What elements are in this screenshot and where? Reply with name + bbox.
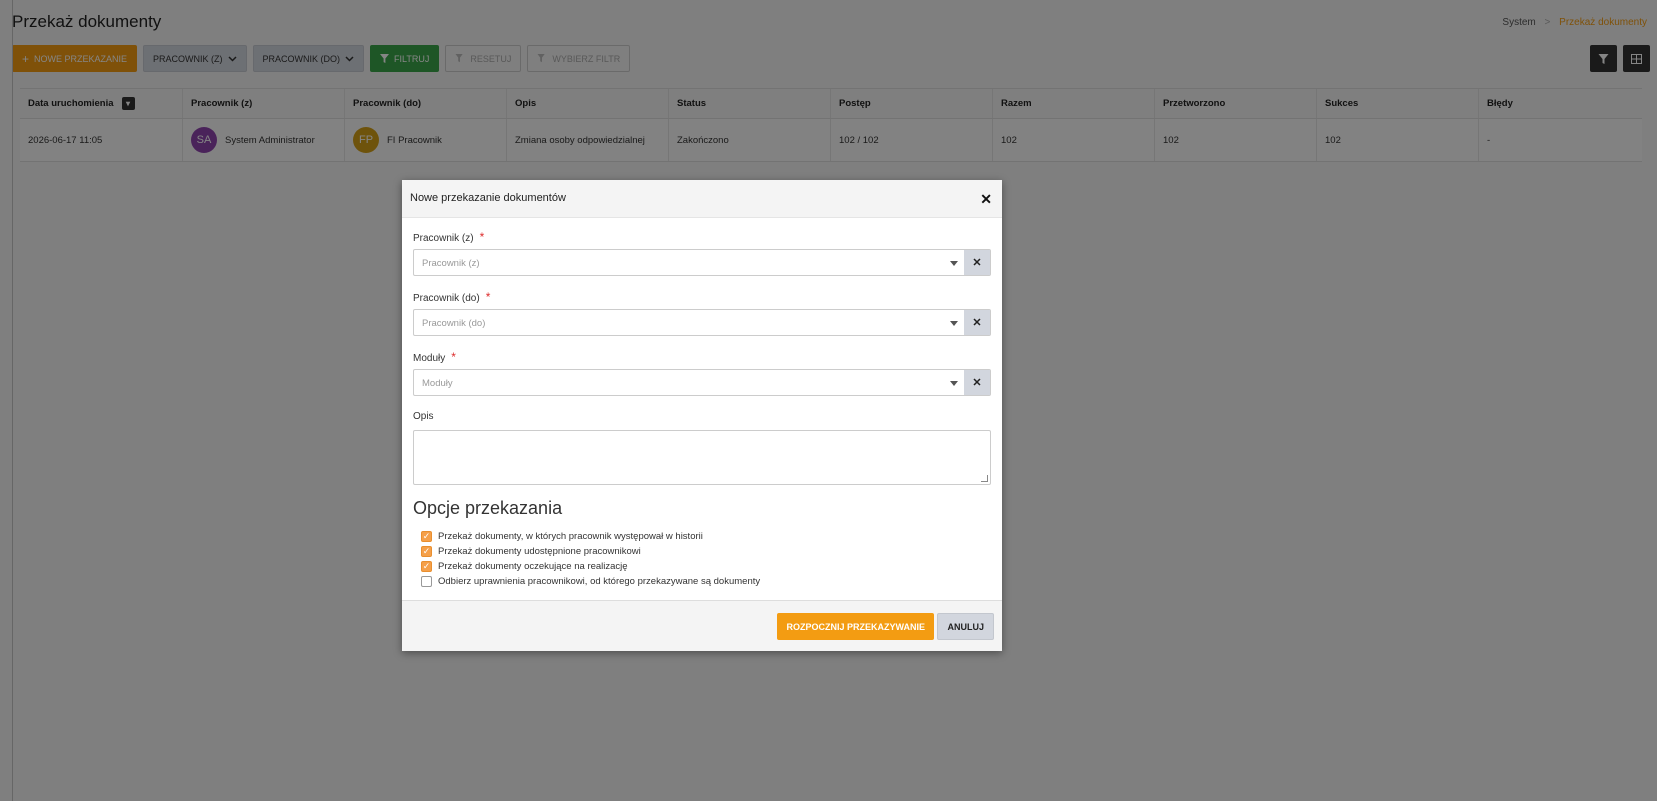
modal-body: Pracownik (z) * Pracownik (z) ✕ Pracownik…: [402, 218, 1002, 601]
option-label: Przekaż dokumenty udostępnione pracownik…: [438, 546, 641, 557]
employee-from-field-label: Pracownik (z) *: [413, 230, 484, 244]
modules-field-label: Moduły *: [413, 350, 456, 364]
option-label: Przekaż dokumenty, w których pracownik w…: [438, 531, 703, 542]
employee-to-field-label: Pracownik (do) *: [413, 290, 490, 304]
caret-down-icon[interactable]: [950, 321, 958, 326]
options-list: ✓ Przekaż dokumenty, w których pracownik…: [421, 529, 760, 589]
required-mark: *: [485, 290, 491, 304]
option-history[interactable]: ✓ Przekaż dokumenty, w których pracownik…: [421, 529, 760, 544]
start-transfer-button[interactable]: Rozpocznij przekazywanie: [777, 613, 934, 640]
employee-to-select[interactable]: Pracownik (do) ✕: [413, 309, 991, 336]
check-icon[interactable]: ✓: [421, 561, 432, 572]
employee-from-select[interactable]: Pracownik (z) ✕: [413, 249, 991, 276]
modal-title: Nowe przekazanie dokumentów: [410, 192, 566, 204]
description-field-label: Opis: [413, 411, 434, 422]
modules-select[interactable]: Moduły ✕: [413, 369, 991, 396]
clear-employee-to-button[interactable]: ✕: [964, 310, 990, 335]
label-text: Moduły: [413, 353, 446, 364]
check-icon[interactable]: ✓: [421, 531, 432, 542]
option-label: Przekaż dokumenty oczekujące na realizac…: [438, 561, 628, 572]
option-pending[interactable]: ✓ Przekaż dokumenty oczekujące na realiz…: [421, 559, 760, 574]
employee-to-placeholder: Pracownik (do): [422, 318, 486, 329]
option-label: Odbierz uprawnienia pracownikowi, od któ…: [438, 576, 761, 587]
label-text: Pracownik (do): [413, 293, 480, 304]
label-text: Pracownik (z): [413, 233, 474, 244]
resize-handle-icon[interactable]: [981, 475, 988, 482]
caret-down-icon[interactable]: [950, 261, 958, 266]
cancel-button[interactable]: Anuluj: [937, 613, 994, 640]
modal-header: Nowe przekazanie dokumentów ✕: [402, 180, 1002, 218]
modules-placeholder: Moduły: [422, 378, 453, 389]
clear-employee-from-button[interactable]: ✕: [964, 250, 990, 275]
option-revoke-permissions[interactable]: Odbierz uprawnienia pracownikowi, od któ…: [421, 574, 760, 589]
modal-footer: Rozpocznij przekazywanie Anuluj: [402, 601, 1002, 651]
checkbox-empty-icon[interactable]: [421, 576, 432, 587]
description-textarea[interactable]: [413, 430, 991, 485]
clear-modules-button[interactable]: ✕: [964, 370, 990, 395]
options-section-title: Opcje przekazania: [413, 498, 563, 518]
employee-from-placeholder: Pracownik (z): [422, 258, 480, 269]
caret-down-icon[interactable]: [950, 381, 958, 386]
required-mark: *: [479, 230, 485, 244]
required-mark: *: [451, 350, 456, 364]
check-icon[interactable]: ✓: [421, 546, 432, 557]
option-shared[interactable]: ✓ Przekaż dokumenty udostępnione pracown…: [421, 544, 760, 559]
new-transfer-modal: Nowe przekazanie dokumentów ✕ Pracownik …: [402, 180, 1002, 651]
close-icon[interactable]: ✕: [980, 191, 992, 208]
